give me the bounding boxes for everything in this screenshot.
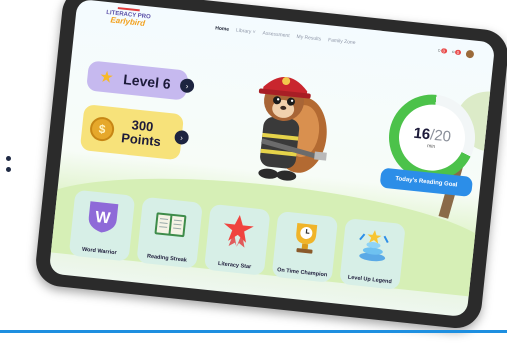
star-icon: ★ [98,68,115,87]
points-label: Points [120,130,162,150]
tablet-device: LITERACY PRO Earlybird Home Library ˅ As… [33,0,507,331]
message-icon[interactable]: ○0 [451,49,462,56]
achievement-card-literacy-star[interactable]: Literacy Star [203,203,271,276]
nav-library[interactable]: Library ˅ [236,28,256,36]
achievement-label: Reading Streak [146,253,188,264]
level-badge[interactable]: ★ Level 6 › [86,60,195,101]
goal-target: 20 [433,126,452,146]
goal-label[interactable]: Today's Reading Goal [379,167,474,198]
nav-my-results[interactable]: My Results [296,34,321,43]
level-label: Level 6 [122,71,172,92]
nav-assessment[interactable]: Assessment [262,30,290,39]
stacked-rings-icon [354,225,394,265]
avatar[interactable] [465,49,475,59]
points-text: 300 Points [120,118,163,150]
coin-icon: $ [88,115,116,143]
goal-unit: min [426,142,436,150]
goal-center: 16/20 min [395,101,469,174]
star-ribbon-icon [218,211,258,251]
achievement-card-level-up-legend[interactable]: Level Up Legend [339,218,406,290]
achievement-card-on-time-champion[interactable]: On Time Champion [271,210,339,283]
bottom-accent-bar [0,330,507,333]
points-arrow-button[interactable]: › [173,129,190,146]
notification-icon[interactable]: ○0 [437,48,448,55]
nav-family-zone[interactable]: Family Zone [328,37,356,46]
nav-right: ○0 ○0 [437,47,475,59]
app-screen: LITERACY PRO Earlybird Home Library ˅ As… [48,0,496,318]
nav-home[interactable]: Home [215,25,229,32]
open-book-icon [151,204,191,244]
achievement-label: Level Up Legend [347,274,392,286]
level-arrow-button[interactable]: › [179,78,195,94]
nav-links: Home Library ˅ Assessment My Results Fam… [215,25,356,46]
goal-value: 16/20 [413,124,452,145]
svg-text:W: W [94,209,112,228]
goal-current: 16 [412,124,432,143]
achievement-label: On Time Champion [276,267,328,279]
trophy-clock-icon [286,218,326,258]
achievement-card-word-warrior[interactable]: W Word Warrior [68,189,136,262]
reading-goal-widget[interactable]: 16/20 min Today's Reading Goal [376,90,480,229]
firefighter-squirrel-mascot [258,77,327,181]
side-dots [0,150,20,178]
points-badge[interactable]: $ 300 Points › [79,104,190,161]
app-logo[interactable]: LITERACY PRO Earlybird [105,6,151,29]
achievement-card-reading-streak[interactable]: Reading Streak [136,196,203,269]
w-shield-icon: W [83,197,123,237]
achievement-label: Literacy Star [217,260,252,271]
achievement-label: Word Warrior [81,246,117,257]
